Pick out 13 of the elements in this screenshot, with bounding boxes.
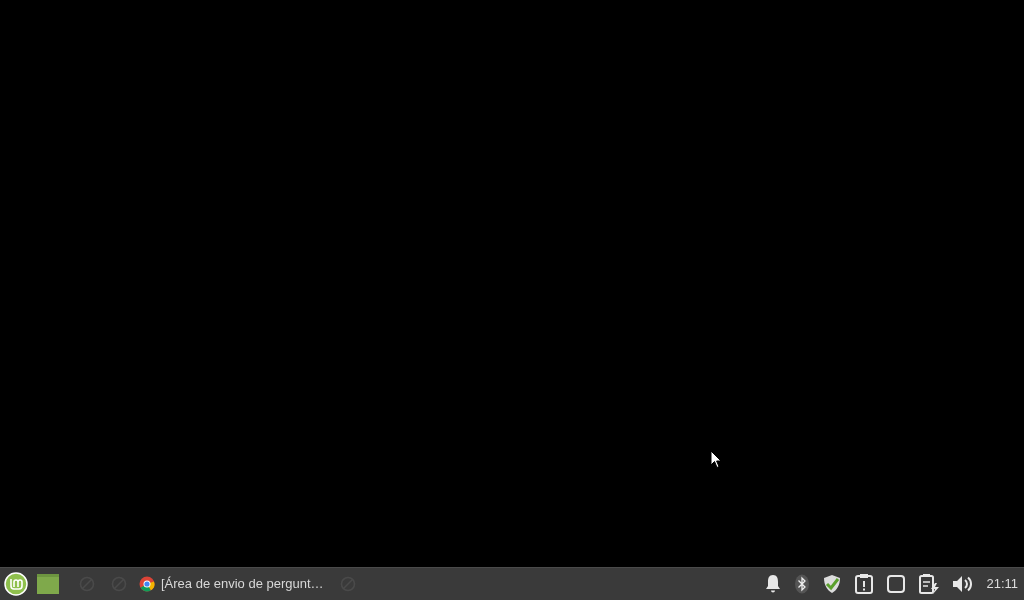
- volume-icon[interactable]: [952, 574, 975, 594]
- menu-button[interactable]: [4, 572, 28, 596]
- mouse-pointer-icon: [710, 450, 722, 469]
- browser-icon: [139, 576, 155, 592]
- window-button[interactable]: [Área de envio de pergunt…: [137, 569, 326, 599]
- square-icon[interactable]: [886, 574, 907, 594]
- leaf-logo-icon: [4, 572, 28, 596]
- battery-charging-icon[interactable]: [918, 573, 941, 595]
- shield-check-icon[interactable]: [822, 574, 843, 594]
- clock[interactable]: 21:11: [986, 574, 1018, 594]
- bluetooth-icon[interactable]: [794, 574, 811, 594]
- clipboard-alert-icon[interactable]: [854, 573, 875, 595]
- bell-icon[interactable]: [764, 574, 783, 594]
